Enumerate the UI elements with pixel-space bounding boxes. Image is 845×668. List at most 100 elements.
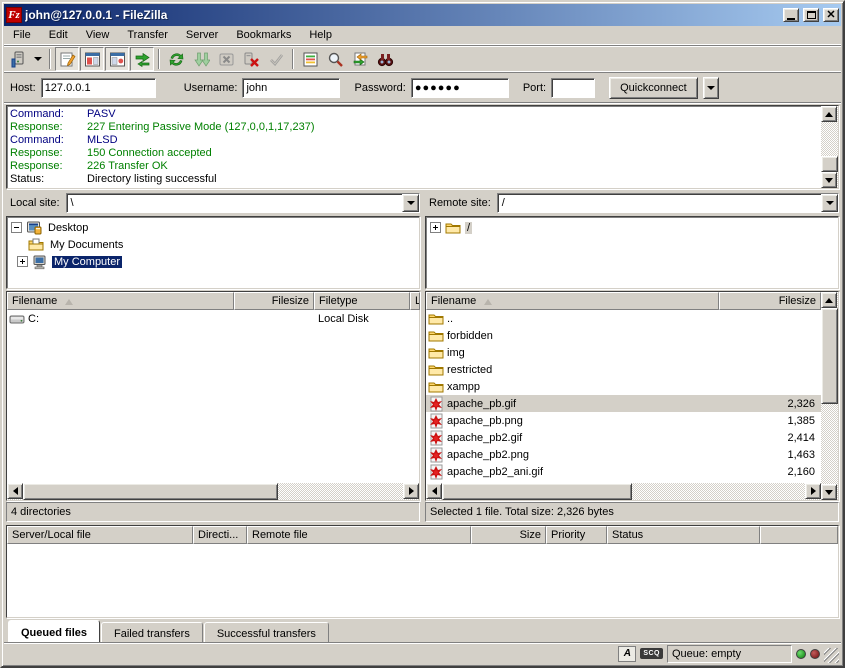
toggle-remote-tree-button[interactable]	[105, 47, 129, 71]
remote-file-list-pane: Filename Filesize .. forbidden	[425, 291, 839, 501]
quickconnect-dropdown[interactable]	[703, 77, 719, 99]
refresh-button[interactable]	[164, 47, 188, 71]
expand-icon[interactable]	[17, 256, 28, 267]
menu-server[interactable]: Server	[177, 27, 227, 43]
scrollbar-track[interactable]	[821, 404, 838, 484]
disconnect-button[interactable]	[239, 47, 263, 71]
find-files-button[interactable]	[373, 47, 397, 71]
close-button[interactable]: ✕	[823, 8, 839, 22]
scroll-left-button[interactable]	[7, 483, 23, 499]
remote-list-vertical-scrollbar[interactable]	[821, 292, 838, 500]
resize-grip[interactable]	[824, 648, 839, 663]
directory-comparison-button[interactable]	[323, 47, 347, 71]
tab-failed-transfers[interactable]: Failed transfers	[101, 622, 203, 642]
toggle-local-tree-button[interactable]	[80, 47, 104, 71]
column-status[interactable]: Status	[607, 526, 760, 544]
folder-row[interactable]: forbidden	[426, 327, 821, 344]
remote-site-combo-button[interactable]	[821, 194, 838, 212]
menu-bookmarks[interactable]: Bookmarks	[227, 27, 300, 43]
scrollbar-thumb[interactable]	[23, 483, 278, 500]
queue-body[interactable]	[7, 544, 838, 617]
scroll-right-button[interactable]	[805, 483, 821, 499]
scroll-up-button[interactable]	[821, 292, 837, 308]
tree-item-root[interactable]: /	[428, 219, 838, 236]
folder-row[interactable]: ..	[426, 310, 821, 327]
reconnect-button[interactable]	[264, 47, 288, 71]
scrollbar-thumb[interactable]	[821, 156, 838, 172]
maximize-button[interactable]	[803, 8, 819, 22]
tree-item-my-documents[interactable]: My Documents	[9, 236, 419, 253]
scroll-down-button[interactable]	[821, 484, 837, 500]
column-size[interactable]: Size	[471, 526, 546, 544]
menu-file[interactable]: File	[4, 27, 40, 43]
tree-item-my-computer[interactable]: My Computer	[9, 253, 419, 270]
quickconnect-button[interactable]: Quickconnect	[609, 77, 698, 99]
column-filesize[interactable]: Filesize	[234, 292, 314, 310]
minimize-button[interactable]	[783, 8, 799, 22]
toggle-queue-view-button[interactable]	[130, 47, 154, 71]
local-site-combo[interactable]: \	[66, 193, 420, 213]
file-row[interactable]: apache_pb2_ani.gif 2,160	[426, 463, 821, 480]
log-line: Response:227 Entering Passive Mode (127,…	[10, 121, 820, 134]
scrollbar-thumb[interactable]	[821, 308, 838, 404]
synchronized-browsing-button[interactable]	[348, 47, 372, 71]
scrollbar-track[interactable]	[278, 483, 403, 500]
image-file-icon	[428, 447, 444, 463]
column-filename[interactable]: Filename	[426, 292, 719, 310]
log-vertical-scrollbar[interactable]	[821, 106, 838, 188]
site-panels: Local site: \ Desktop My Documents	[4, 189, 841, 289]
column-server-local-file[interactable]: Server/Local file	[7, 526, 193, 544]
process-queue-button[interactable]	[189, 47, 213, 71]
column-priority[interactable]: Priority	[546, 526, 607, 544]
username-input[interactable]	[242, 78, 340, 98]
tree-item-desktop[interactable]: Desktop	[9, 219, 419, 236]
column-filesize[interactable]: Filesize	[719, 292, 821, 310]
host-input[interactable]	[41, 78, 156, 98]
column-remote-file[interactable]: Remote file	[247, 526, 471, 544]
expand-icon[interactable]	[430, 222, 441, 233]
port-input[interactable]	[551, 78, 595, 98]
scrollbar-thumb[interactable]	[442, 483, 632, 500]
folder-row[interactable]: img	[426, 344, 821, 361]
drive-row[interactable]: C: Local Disk	[7, 310, 419, 327]
drive-icon	[9, 311, 25, 327]
scrollbar-track[interactable]	[821, 122, 838, 156]
cancel-operation-button[interactable]	[214, 47, 238, 71]
tab-queued-files[interactable]: Queued files	[8, 620, 100, 642]
scroll-down-button[interactable]	[821, 172, 837, 188]
menu-help[interactable]: Help	[300, 27, 341, 43]
password-input[interactable]	[411, 78, 509, 98]
title-bar[interactable]: Fz john@127.0.0.1 - FileZilla ✕	[4, 4, 841, 26]
local-list-horizontal-scrollbar[interactable]	[7, 483, 419, 500]
remote-site-combo[interactable]: /	[497, 193, 839, 213]
column-filename[interactable]: Filename	[7, 292, 234, 310]
scroll-right-button[interactable]	[403, 483, 419, 499]
scrollbar-track[interactable]	[632, 483, 805, 500]
toolbar-separator	[49, 49, 51, 69]
tab-successful-transfers[interactable]: Successful transfers	[204, 622, 329, 642]
site-manager-dropdown[interactable]	[31, 47, 45, 71]
folder-row[interactable]: restricted	[426, 361, 821, 378]
collapse-icon[interactable]	[11, 222, 22, 233]
remote-site-label: Remote site:	[425, 197, 497, 209]
file-row[interactable]: apache_pb2.gif 2,414	[426, 429, 821, 446]
menu-transfer[interactable]: Transfer	[118, 27, 177, 43]
local-site-combo-button[interactable]	[402, 194, 419, 212]
file-row-selected[interactable]: apache_pb.gif 2,326	[426, 395, 821, 412]
scroll-up-button[interactable]	[821, 106, 837, 122]
column-last-modified[interactable]: L	[410, 292, 420, 310]
close-icon: ✕	[826, 10, 835, 20]
column-filetype[interactable]: Filetype	[314, 292, 410, 310]
toggle-log-view-button[interactable]	[55, 47, 79, 71]
folder-row[interactable]: xampp	[426, 378, 821, 395]
column-direction[interactable]: Directi...	[193, 526, 247, 544]
scroll-left-button[interactable]	[426, 483, 442, 499]
remote-list-horizontal-scrollbar[interactable]	[426, 483, 821, 500]
site-manager-button[interactable]	[6, 47, 30, 71]
menu-edit[interactable]: Edit	[40, 27, 77, 43]
file-row[interactable]: apache_pb.png 1,385	[426, 412, 821, 429]
toolbar	[4, 45, 841, 73]
filter-button[interactable]	[298, 47, 322, 71]
file-row[interactable]: apache_pb2.png 1,463	[426, 446, 821, 463]
menu-view[interactable]: View	[77, 27, 119, 43]
